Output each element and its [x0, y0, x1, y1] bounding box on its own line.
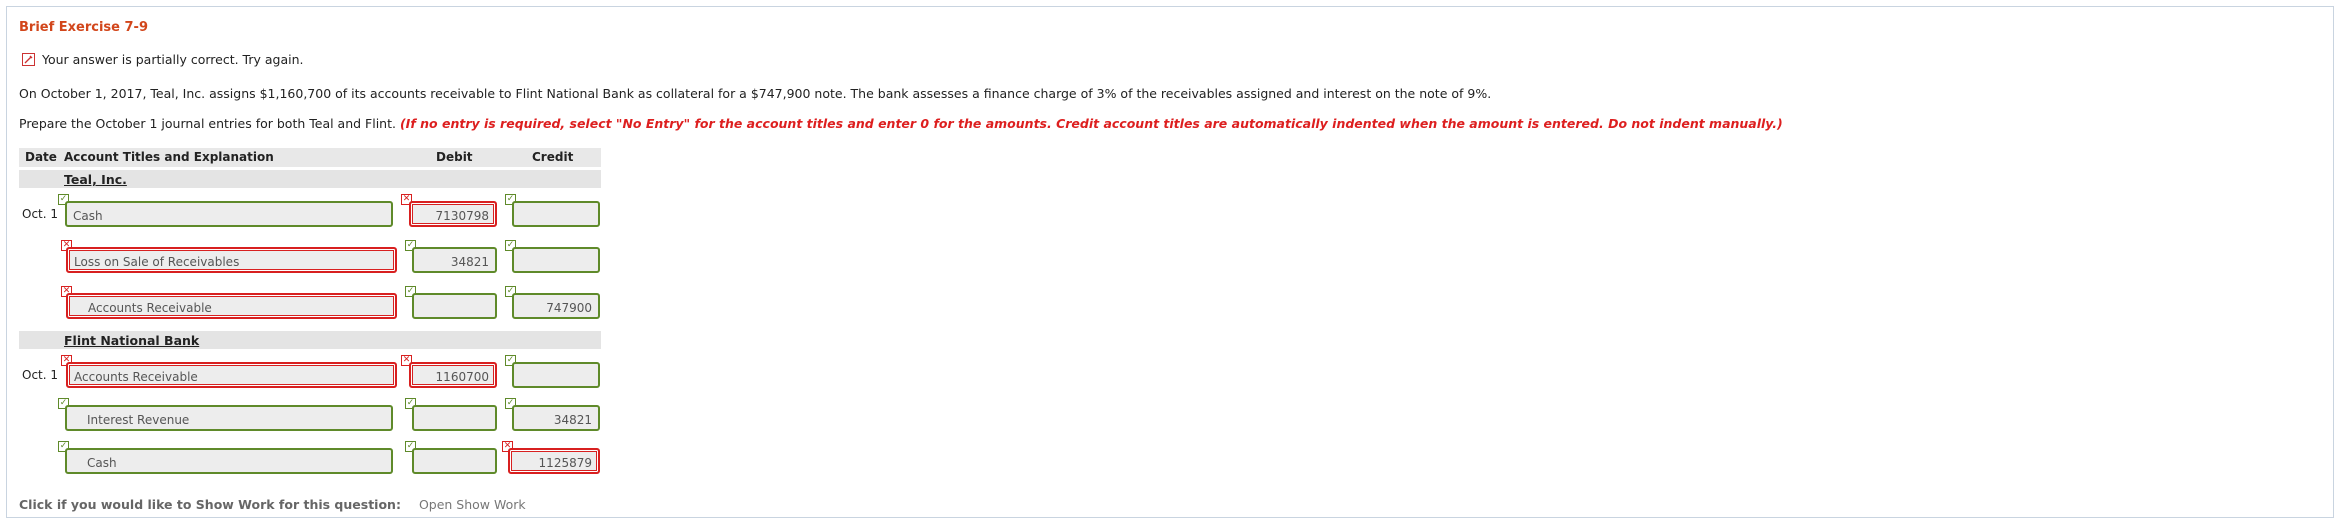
instructions-text: (If no entry is required, select "No Ent…	[399, 116, 1783, 131]
question-text: On October 1, 2017, Teal, Inc. assigns $…	[19, 86, 1492, 101]
status-text: Your answer is partially correct. Try ag…	[42, 52, 304, 67]
header-date: Date	[25, 150, 57, 164]
show-work-label: Click if you would like to Show Work for…	[19, 497, 401, 512]
account-select[interactable]: Interest Revenue	[65, 405, 393, 431]
credit-input[interactable]	[512, 201, 600, 227]
show-work-row: Click if you would like to Show Work for…	[19, 497, 526, 512]
credit-input[interactable]	[512, 362, 600, 388]
exercise-title: Brief Exercise 7-9	[19, 20, 148, 35]
credit-input[interactable]: 1125879	[508, 448, 600, 474]
partial-correct-icon	[22, 53, 35, 66]
credit-input[interactable]: 34821	[512, 405, 600, 431]
entry-date: Oct. 1	[22, 207, 59, 221]
open-show-work-link[interactable]: Open Show Work	[419, 497, 526, 512]
header-credit: Credit	[532, 150, 574, 164]
header-account: Account Titles and Explanation	[64, 150, 274, 164]
account-select[interactable]: Accounts Receivable	[66, 362, 397, 388]
entry-date: Oct. 1	[22, 368, 59, 382]
status-message: Your answer is partially correct. Try ag…	[22, 52, 303, 67]
journal-table-header: Date Account Titles and Explanation Debi…	[19, 148, 601, 167]
prompt-text: Prepare the October 1 journal entries fo…	[19, 116, 396, 131]
credit-input[interactable]: 747900	[512, 293, 600, 319]
debit-input[interactable]	[412, 448, 497, 474]
section-header-teal: Teal, Inc.	[19, 170, 601, 188]
debit-input[interactable]: 1160700	[409, 362, 497, 388]
debit-input[interactable]: 34821	[412, 247, 497, 273]
account-select[interactable]: Cash	[65, 448, 393, 474]
debit-input[interactable]	[412, 405, 497, 431]
account-select[interactable]: Loss on Sale of Receivables	[66, 247, 397, 273]
section-name: Flint National Bank	[64, 333, 200, 348]
account-select[interactable]: Cash	[65, 201, 393, 227]
section-header-flint: Flint National Bank	[19, 331, 601, 349]
debit-input[interactable]: 7130798	[409, 201, 497, 227]
debit-input[interactable]	[412, 293, 497, 319]
section-name: Teal, Inc.	[64, 172, 127, 187]
question-prompt: Prepare the October 1 journal entries fo…	[19, 116, 1783, 131]
header-debit: Debit	[436, 150, 473, 164]
credit-input[interactable]	[512, 247, 600, 273]
account-select[interactable]: Accounts Receivable	[66, 293, 397, 319]
